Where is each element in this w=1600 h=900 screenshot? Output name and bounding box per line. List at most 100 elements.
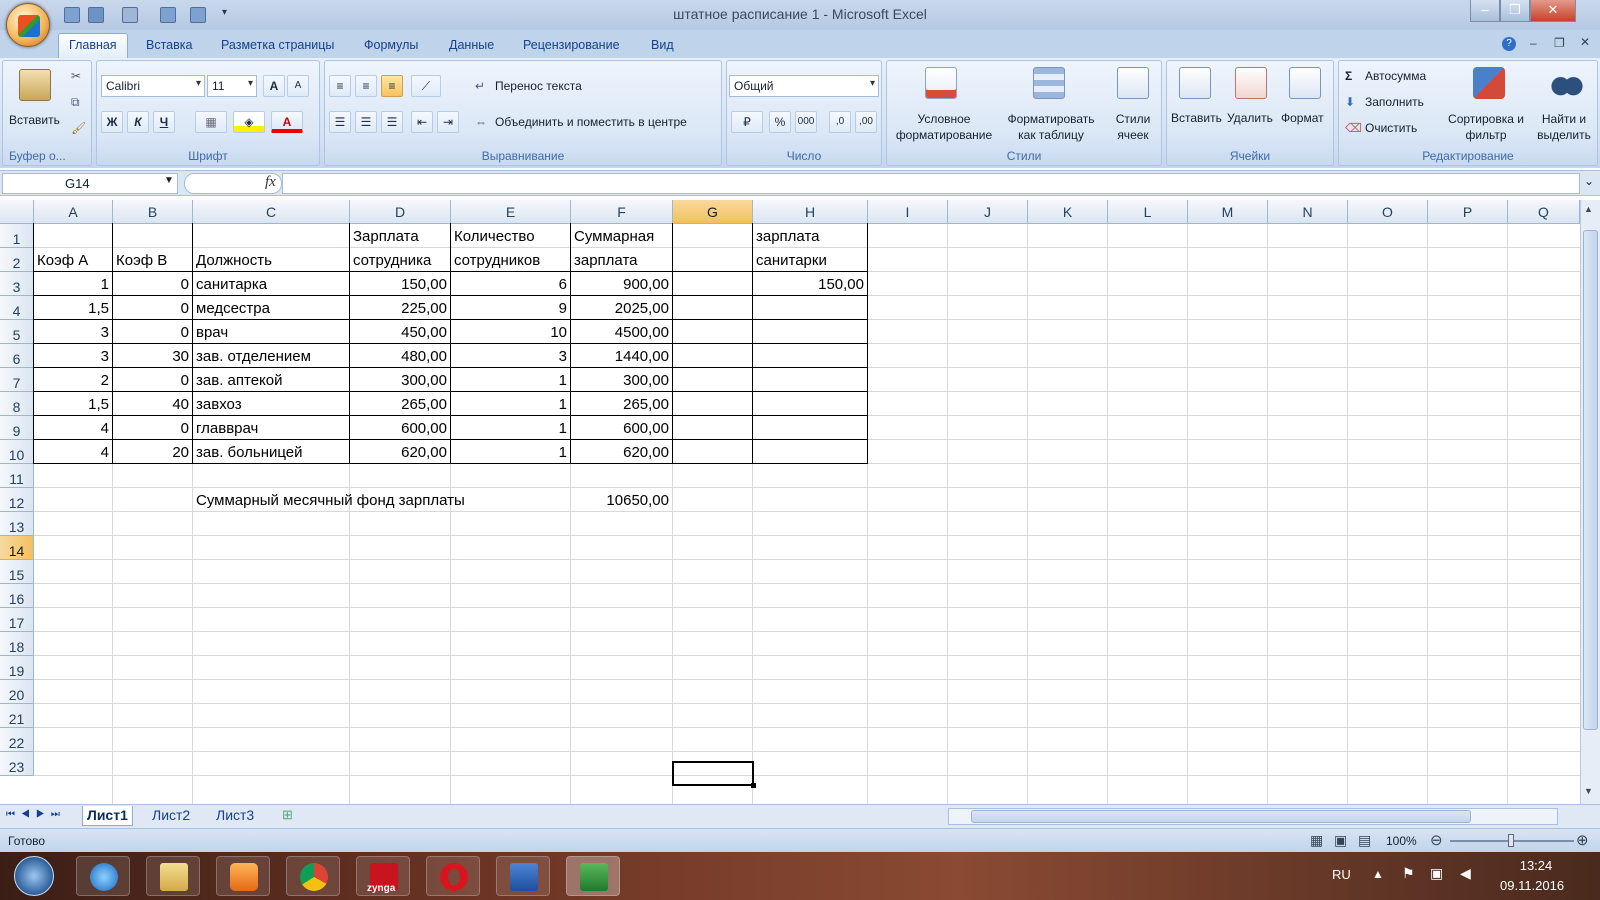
column-header[interactable]: E: [451, 200, 571, 224]
zoom-in-icon[interactable]: ⊕: [1576, 831, 1589, 849]
cell-styles-icon[interactable]: [1117, 67, 1149, 99]
format-painter-icon[interactable]: 🖌: [71, 121, 86, 135]
column-header[interactable]: G: [673, 200, 753, 224]
format-table-icon[interactable]: [1033, 67, 1065, 99]
volume-icon[interactable]: ◀: [1460, 865, 1471, 882]
format-cells-icon[interactable]: [1289, 67, 1321, 99]
network-icon[interactable]: ▣: [1430, 865, 1443, 882]
taskbar-ie[interactable]: [76, 856, 130, 896]
table-cell[interactable]: 3: [37, 324, 109, 342]
sheet-tab-1[interactable]: Лист1: [82, 806, 133, 826]
customize-toolbar-icon[interactable]: ▾: [222, 7, 238, 23]
table-cell[interactable]: 0: [116, 420, 189, 438]
header-cell[interactable]: зарплата: [756, 228, 864, 246]
tab-review[interactable]: Рецензирование: [523, 38, 620, 52]
clock-date[interactable]: 09.11.2016: [1500, 878, 1564, 893]
fill-handle[interactable]: [751, 783, 756, 788]
table-cell[interactable]: 480,00: [353, 348, 447, 366]
horizontal-scroll-thumb[interactable]: [971, 810, 1471, 823]
delete-cells-icon[interactable]: [1235, 67, 1267, 99]
column-header[interactable]: Q: [1508, 200, 1580, 224]
table-cell[interactable]: санитарка: [196, 276, 346, 294]
table-cell[interactable]: 150,00: [756, 276, 864, 294]
table-cell[interactable]: 1: [37, 276, 109, 294]
sort-filter-button[interactable]: Сортировка и фильтр: [1441, 111, 1531, 143]
zoom-out-icon[interactable]: ⊖: [1430, 831, 1443, 849]
row-header[interactable]: 13: [0, 512, 34, 536]
clear-button[interactable]: Очистить: [1365, 121, 1417, 135]
table-cell[interactable]: 4: [37, 420, 109, 438]
table-cell[interactable]: 4: [37, 444, 109, 462]
table-cell[interactable]: 4500,00: [574, 324, 669, 342]
taskbar-media[interactable]: [216, 856, 270, 896]
taskbar-explorer[interactable]: [146, 856, 200, 896]
header-cell[interactable]: санитарки: [756, 252, 864, 270]
font-name-select[interactable]: Calibri: [101, 75, 205, 97]
normal-view-icon[interactable]: ▦: [1310, 832, 1323, 849]
table-cell[interactable]: 3: [37, 348, 109, 366]
row-header[interactable]: 15: [0, 560, 34, 584]
row-header[interactable]: 19: [0, 656, 34, 680]
help-icon[interactable]: ?: [1502, 37, 1516, 51]
conditional-format-icon[interactable]: [925, 67, 957, 99]
row-header[interactable]: 4: [0, 296, 34, 320]
close-button[interactable]: ✕: [1530, 0, 1576, 22]
table-cell[interactable]: зав. больницей: [196, 444, 346, 462]
column-header[interactable]: B: [113, 200, 193, 224]
table-cell[interactable]: врач: [196, 324, 346, 342]
row-header[interactable]: 2: [0, 248, 34, 272]
table-cell[interactable]: медсестра: [196, 300, 346, 318]
column-header[interactable]: H: [753, 200, 868, 224]
table-cell[interactable]: 150,00: [353, 276, 447, 294]
taskbar-excel[interactable]: [566, 856, 620, 896]
table-cell[interactable]: 265,00: [574, 396, 669, 414]
row-header[interactable]: 6: [0, 344, 34, 368]
row-header[interactable]: 21: [0, 704, 34, 728]
table-cell[interactable]: 600,00: [353, 420, 447, 438]
taskbar-opera[interactable]: [426, 856, 480, 896]
align-center-icon[interactable]: ☰: [355, 111, 377, 133]
insert-cells-icon[interactable]: [1179, 67, 1211, 99]
row-header[interactable]: 8: [0, 392, 34, 416]
header-cell[interactable]: зарплата: [574, 252, 669, 270]
table-cell[interactable]: 1: [454, 420, 567, 438]
column-header[interactable]: F: [571, 200, 673, 224]
ribbon-minimize-icon[interactable]: ‒: [1530, 36, 1537, 50]
header-cell[interactable]: Коэф В: [116, 252, 189, 270]
tab-insert[interactable]: Вставка: [146, 38, 192, 52]
table-cell[interactable]: 300,00: [574, 372, 669, 390]
insert-function-button[interactable]: fx: [184, 173, 282, 194]
row-header[interactable]: 16: [0, 584, 34, 608]
decrease-indent-icon[interactable]: ⇤: [411, 111, 433, 133]
wrap-text-button[interactable]: Перенос текста: [495, 79, 582, 93]
row-header[interactable]: 3: [0, 272, 34, 296]
header-cell[interactable]: Коэф А: [37, 252, 109, 270]
action-center-icon[interactable]: ⚑: [1402, 865, 1415, 882]
show-hidden-icons[interactable]: ▲: [1372, 867, 1384, 881]
table-cell[interactable]: 2025,00: [574, 300, 669, 318]
clock-time[interactable]: 13:24: [1508, 858, 1564, 873]
binoculars-icon[interactable]: [1551, 67, 1583, 99]
page-layout-view-icon[interactable]: ▣: [1334, 832, 1347, 849]
taskbar-zynga[interactable]: zynga: [356, 856, 410, 896]
minimize-button[interactable]: ‒: [1470, 0, 1500, 22]
column-header[interactable]: I: [868, 200, 948, 224]
table-cell[interactable]: 0: [116, 372, 189, 390]
tab-formulas[interactable]: Формулы: [364, 38, 418, 52]
table-cell[interactable]: зав. аптекой: [196, 372, 346, 390]
table-cell[interactable]: 265,00: [353, 396, 447, 414]
row-header[interactable]: 10: [0, 440, 34, 464]
taskbar-chrome[interactable]: [286, 856, 340, 896]
page-break-view-icon[interactable]: ▤: [1358, 832, 1371, 849]
align-top-icon[interactable]: ≡: [329, 75, 351, 97]
header-cell[interactable]: Количество: [454, 228, 567, 246]
table-cell[interactable]: 1: [454, 372, 567, 390]
scroll-down-icon[interactable]: ▼: [1584, 786, 1593, 796]
horizontal-scrollbar[interactable]: [948, 808, 1558, 825]
increase-decimal-button[interactable]: ,0: [829, 111, 851, 133]
redo-icon[interactable]: [122, 7, 138, 23]
align-bottom-icon[interactable]: ≡: [381, 75, 403, 97]
summary-label[interactable]: Суммарный месячный фонд зарплаты: [196, 492, 465, 510]
row-header[interactable]: 14: [0, 536, 34, 560]
font-color-button[interactable]: A: [271, 111, 303, 133]
